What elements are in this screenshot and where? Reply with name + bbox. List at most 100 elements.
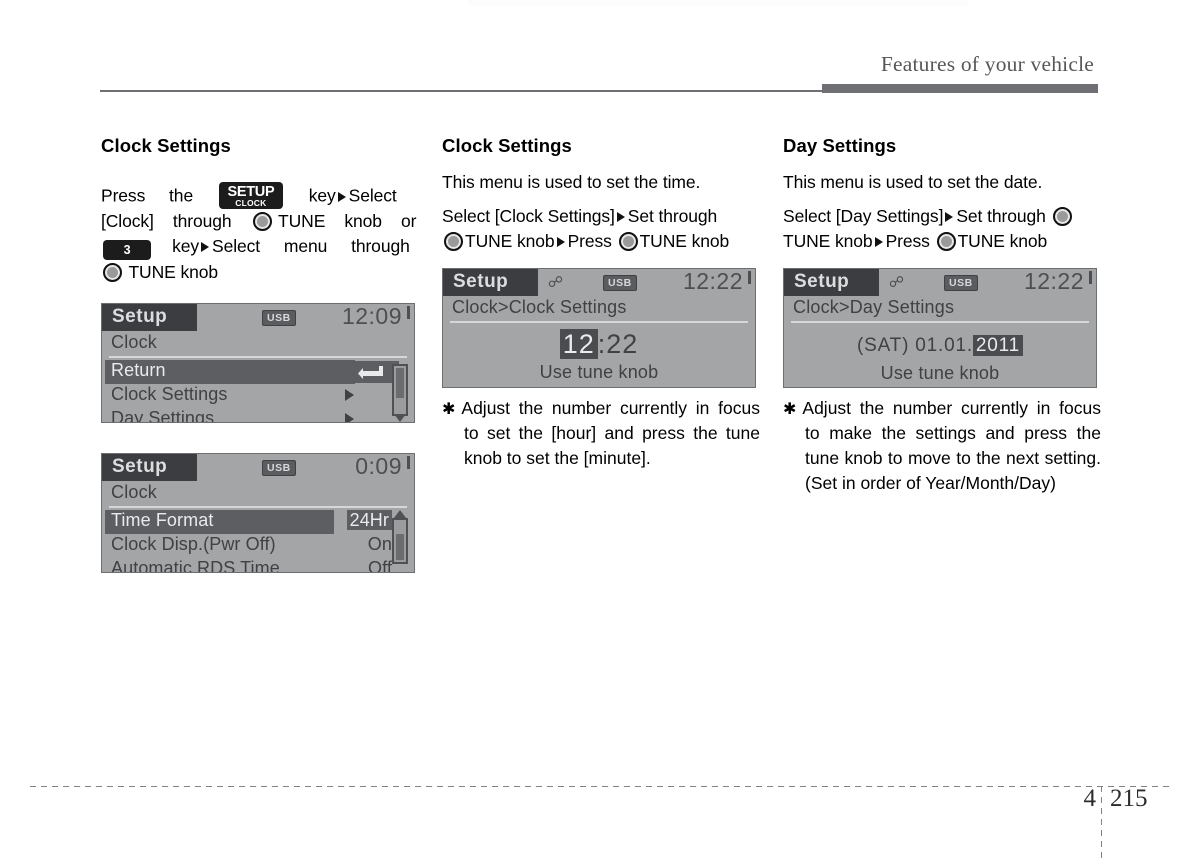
instr-word-the: the	[169, 185, 194, 206]
display4-clock-tick	[1089, 271, 1092, 285]
display1-mode-tag: Setup	[102, 304, 197, 332]
display1-title-rule	[109, 356, 407, 359]
step-arrow-icon	[337, 191, 346, 202]
running-head-rule-thick	[822, 84, 1098, 93]
display2-value-time-format: 24Hr	[346, 510, 392, 531]
step-tune-knob-r2: TUNE knob	[957, 231, 1048, 252]
step-press-r: Press	[885, 231, 930, 252]
display1-row-day-settings[interactable]: Day Settings	[102, 408, 354, 423]
display3-hint: Use tune knob	[539, 362, 659, 383]
step-arrow-icon-2	[201, 242, 209, 253]
display4-title: Clock>Day Settings	[793, 297, 955, 318]
instr-word-knob: knob	[344, 211, 382, 232]
display1-scrollbar[interactable]	[392, 364, 408, 417]
display3-mode-tag: Setup	[443, 269, 538, 297]
clock-settings-steps: Select [Clock Settings] Set through TUNE …	[442, 204, 760, 254]
display4-date-prefix: (SAT) 01.01.	[857, 335, 973, 357]
clock-settings-note: ✱ Adjust the number currently in focus to…	[442, 396, 760, 471]
display4-date-value: (SAT) 01.01. 2011	[784, 335, 1096, 357]
asterisk-icon: ✱	[442, 401, 456, 419]
instr-word-key: key	[308, 185, 336, 206]
section-heading-clock-settings-middle: Clock Settings	[442, 135, 572, 156]
asterisk-icon-2: ✱	[783, 401, 797, 419]
bluetooth-icon-2: ☍	[888, 274, 905, 292]
display4-year-highlight[interactable]: 2011	[972, 335, 1023, 357]
scroll-up-arrow-icon[interactable]	[394, 510, 406, 519]
display3-time-value: 12:22	[443, 329, 755, 360]
tune-knob-icon-m1	[444, 232, 463, 252]
chevron-right-icon	[345, 389, 354, 402]
bluetooth-icon: ☍	[547, 274, 564, 292]
display4-usb-badge: USB	[944, 275, 978, 292]
display2-row-auto-rds[interactable]: Automatic RDS Time	[102, 558, 334, 574]
day-settings-steps: Select [Day Settings] Set through TUNE kn…	[783, 204, 1101, 254]
step-select-clock-settings: Select [Clock Settings]	[442, 206, 615, 227]
display2-usb-badge: USB	[262, 460, 296, 477]
display2-row-auto-rds-label: Automatic RDS Time	[111, 558, 280, 574]
display4-status-bar: Setup ☍ USB 12:22	[784, 268, 1096, 297]
display2-clock-tick	[407, 456, 410, 470]
display1-row-clock-settings[interactable]: Clock Settings	[102, 384, 354, 408]
display2-row-clock-disp[interactable]: Clock Disp.(Pwr Off)	[102, 534, 334, 558]
day-settings-description: This menu is used to set the date.	[783, 172, 1043, 193]
display2-row-time-format[interactable]: Time Format	[105, 510, 334, 535]
display1-row-clock-settings-label: Clock Settings	[111, 384, 228, 405]
step-arrow-icon-m1	[616, 212, 625, 223]
display3-hour-highlight[interactable]: 12	[559, 329, 598, 360]
display3-status-bar: Setup ☍ USB 12:22	[443, 268, 755, 297]
display3-title-rule	[450, 321, 748, 324]
display4-clock: 12:22	[1023, 268, 1084, 295]
preset-3-key[interactable]: 3	[103, 240, 151, 261]
radio-display-clock-settings: Setup ☍ USB 12:22 Clock>Clock Settings 1…	[442, 268, 756, 389]
instr-word-through: through	[172, 211, 232, 232]
day-settings-note-text: Adjust the number currently in focus to …	[802, 398, 1101, 494]
setup-clock-key[interactable]: SETUP CLOCK	[218, 182, 283, 210]
running-head-rule-thin	[100, 90, 822, 92]
display4-mode-tag: Setup	[784, 269, 879, 297]
step-press: Press	[567, 231, 612, 252]
display3-clock: 12:22	[682, 268, 743, 295]
display2-scrollbar-thumb[interactable]	[396, 534, 404, 561]
instr-word-through-2: through	[351, 236, 410, 257]
display1-row-return[interactable]: Return	[105, 360, 355, 385]
step-set-through: Set through	[627, 206, 718, 227]
tune-knob-icon-r2	[936, 232, 956, 252]
step-arrow-icon-r2	[874, 237, 883, 248]
display1-usb-badge: USB	[262, 310, 296, 327]
display1-row-list: Return Clock Settings Day Settings	[102, 360, 414, 423]
instr-word-or: or	[400, 211, 417, 232]
chapter-number: 4	[1083, 785, 1097, 812]
page-top-bleed	[468, 0, 968, 6]
instr-word-tune: TUNE	[278, 211, 326, 232]
display2-clock: 0:09	[355, 453, 402, 480]
step-select-day-settings: Select [Day Settings]	[783, 206, 944, 227]
tune-knob-icon-2	[103, 263, 122, 283]
footer-dashed-divider	[1101, 786, 1102, 861]
display1-row-return-label: Return	[111, 360, 166, 381]
display1-clock-tick	[407, 306, 410, 320]
tune-knob-icon	[252, 212, 272, 232]
display1-row-day-settings-label: Day Settings	[111, 408, 215, 424]
display3-title: Clock>Clock Settings	[452, 297, 627, 318]
instr-word-key-2: key	[172, 236, 199, 257]
step-tune-knob-1: TUNE knob	[465, 231, 555, 252]
radio-display-clock-menu: Setup USB 12:09 Clock Return Clock Setti…	[101, 303, 415, 424]
display1-scrollbar-thumb[interactable]	[396, 368, 404, 399]
return-arrow-icon[interactable]	[343, 361, 399, 384]
step-arrow-icon-r1	[945, 212, 954, 223]
step-set-through-r: Set through	[956, 206, 1046, 227]
display4-title-rule	[791, 321, 1089, 324]
instr-word-select-2: Select	[212, 236, 261, 257]
instr-word-tune-knob: TUNE knob	[128, 262, 219, 283]
scroll-down-arrow-icon[interactable]	[394, 414, 406, 423]
display2-scrollbar[interactable]	[392, 518, 408, 565]
running-head: Features of your vehicle	[880, 52, 1094, 76]
step-tune-knob-2: TUNE knob	[639, 231, 730, 252]
section-heading-day-settings: Day Settings	[783, 135, 897, 156]
page-number: 215	[1110, 785, 1148, 812]
instruction-paragraph-left: Press the SETUP CLOCK key Select [Clock] …	[101, 182, 419, 285]
column-middle: Clock Settings This menu is used to set …	[442, 135, 760, 471]
display3-usb-badge: USB	[603, 275, 637, 292]
radio-display-day-settings: Setup ☍ USB 12:22 Clock>Day Settings (SA…	[783, 268, 1097, 389]
radio-display-clock-options: Setup USB 0:09 Clock Time Format Clock D…	[101, 453, 415, 574]
